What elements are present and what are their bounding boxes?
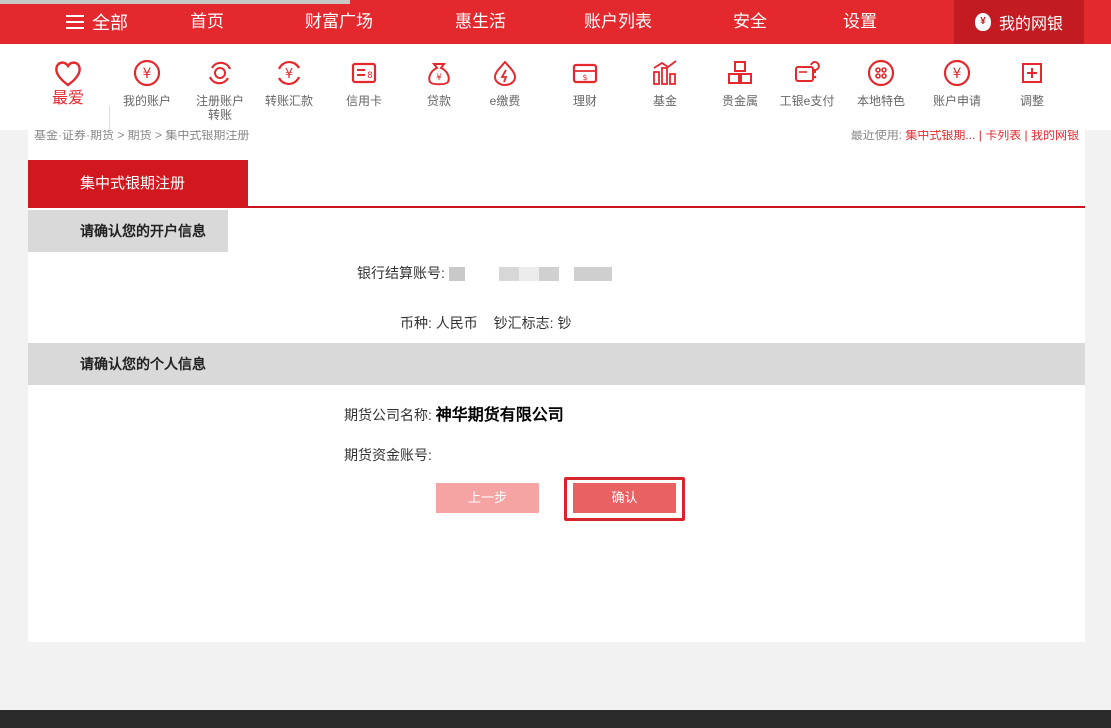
- shortcut-label: 贵金属: [721, 94, 758, 108]
- wallet-icon: $: [568, 56, 602, 90]
- shortcut-label: 账户申请: [932, 94, 981, 108]
- svg-text:¥: ¥: [953, 66, 962, 82]
- money-bag-icon: [974, 13, 991, 31]
- shortcut-e-payment[interactable]: e缴费: [470, 56, 540, 108]
- confirm-button[interactable]: 确认: [573, 483, 676, 513]
- shortcut-local-features[interactable]: 本地特色: [846, 56, 916, 108]
- shortcut-label: 我的账户: [122, 94, 171, 108]
- recent-used-label: 最近使用:: [850, 130, 903, 142]
- svg-text:8: 8: [367, 71, 373, 81]
- section-account-info: 请确认您的开户信息: [28, 210, 1085, 252]
- epay-icon: [790, 56, 824, 90]
- nav-home[interactable]: 首页: [190, 0, 224, 44]
- shortcut-loan[interactable]: ¥ 贷款: [404, 56, 474, 108]
- tab-bar: 集中式银期注册: [28, 160, 1085, 208]
- futures-company-label: 期货公司名称:: [344, 407, 432, 423]
- shortcut-credit-card[interactable]: 8 信用卡: [329, 56, 399, 108]
- heart-icon: [51, 56, 85, 90]
- nav-my-ebank-label: 我的网银: [998, 16, 1063, 33]
- svg-text:¥: ¥: [285, 67, 293, 82]
- tab-futures-registration[interactable]: 集中式银期注册: [28, 160, 248, 208]
- yen-circle-icon: ¥: [130, 56, 164, 90]
- section-mask: [228, 210, 1085, 252]
- hamburger-icon: [66, 15, 84, 29]
- shortcut-label: 基金: [652, 94, 677, 108]
- shortcut-icbc-epay[interactable]: 工银e支付: [772, 56, 842, 108]
- shortcut-label: 贷款: [426, 94, 451, 108]
- settlement-account-value-redacted: [448, 267, 627, 282]
- settlement-account-label: 银行结算账号:: [357, 265, 445, 281]
- shortcut-register-transfer[interactable]: 注册账户 转账: [185, 56, 255, 122]
- browser-strip: [0, 0, 350, 4]
- nav-all-menu[interactable]: 全部: [0, 0, 160, 44]
- shortcut-my-account[interactable]: ¥ 我的账户: [112, 56, 182, 108]
- shortcut-label: e缴费: [489, 94, 521, 108]
- shortcut-icon-bar: 最爱 ¥ 我的账户 注册账户 转账 ¥ 转账汇款 8 信用卡 ¥ 贷款 e缴费 …: [0, 44, 1111, 134]
- breadcrumb: 基金·证券·期货 > 期货 > 集中式银期注册 最近使用: 集中式银期... |…: [28, 130, 1085, 152]
- footer-bar: [0, 710, 1111, 728]
- main-panel: 集中式银期注册 请确认您的开户信息 银行结算账号: 币种: 人民币 钞汇标志: …: [28, 152, 1085, 642]
- nav-security[interactable]: 安全: [733, 0, 767, 44]
- svg-text:¥: ¥: [436, 73, 442, 83]
- yen-transfer-icon: ¥: [272, 56, 306, 90]
- local-icon: [864, 56, 898, 90]
- nav-my-ebank[interactable]: 我的网银: [954, 0, 1084, 44]
- breadcrumb-path[interactable]: 基金·证券·期货 > 期货 > 集中式银期注册: [34, 130, 249, 143]
- shortcut-label: 调整: [1019, 94, 1044, 108]
- credit-card-icon: 8: [347, 56, 381, 90]
- nav-life[interactable]: 惠生活: [455, 0, 506, 44]
- shortcut-fund[interactable]: 基金: [630, 56, 700, 108]
- futures-account-row: 期货资金账号:: [344, 445, 432, 465]
- money-bag-icon: ¥: [422, 56, 456, 90]
- nav-settings[interactable]: 设置: [843, 0, 877, 44]
- nav-account-list[interactable]: 账户列表: [584, 0, 652, 44]
- nav-wealth-plaza[interactable]: 财富广场: [305, 0, 373, 44]
- breadcrumb-mask: [298, 130, 838, 152]
- currency-row: 币种: 人民币 钞汇标志: 钞: [400, 313, 571, 333]
- futures-account-label: 期货资金账号:: [344, 447, 432, 463]
- section-title: 请确认您的开户信息: [80, 223, 206, 239]
- transfer-register-icon: [203, 56, 237, 90]
- futures-company-value: 神华期货有限公司: [435, 407, 564, 424]
- shortcut-label: 转账汇款: [264, 94, 313, 108]
- top-navigation: 全部 首页 财富广场 惠生活 账户列表 安全 设置 我的网银: [0, 0, 1111, 44]
- yen-apply-icon: ¥: [940, 56, 974, 90]
- recent-used-links[interactable]: 集中式银期... | 卡列表 | 我的网银: [905, 130, 1079, 142]
- section-title: 请确认您的个人信息: [80, 356, 206, 372]
- shortcut-label: 本地特色: [856, 94, 905, 108]
- currency-label: 币种:: [400, 315, 432, 331]
- recent-used: 最近使用: 集中式银期... | 卡列表 | 我的网银: [851, 130, 1079, 143]
- shortcut-label: 信用卡: [345, 94, 382, 108]
- futures-company-row: 期货公司名称: 神华期货有限公司: [344, 401, 564, 425]
- favorites-label: 最爱: [51, 90, 84, 107]
- shortcut-precious-metals[interactable]: 贵金属: [705, 56, 775, 108]
- settlement-account-row: 银行结算账号:: [357, 263, 627, 283]
- cash-flag-value: 钞: [557, 315, 572, 331]
- plus-square-icon: [1015, 56, 1049, 90]
- cash-flag-label: 钞汇标志:: [493, 315, 554, 331]
- shortcut-wealth-management[interactable]: $ 理财: [550, 56, 620, 108]
- shortcut-label: 理财: [572, 94, 597, 108]
- shortcut-label: 工银e支付: [779, 94, 835, 108]
- svg-text:¥: ¥: [143, 66, 152, 82]
- shortcut-favorites[interactable]: 最爱: [33, 56, 103, 107]
- previous-step-button[interactable]: 上一步: [436, 483, 539, 513]
- shortcut-adjust[interactable]: 调整: [997, 56, 1067, 108]
- shortcut-label: 注册账户 转账: [195, 94, 244, 122]
- chart-icon: [648, 56, 682, 90]
- section-personal-info: 请确认您的个人信息: [28, 343, 1085, 385]
- shortcut-transfer-remit[interactable]: ¥ 转账汇款: [254, 56, 324, 108]
- shortcut-account-application[interactable]: ¥ 账户申请: [922, 56, 992, 108]
- gold-bars-icon: [723, 56, 757, 90]
- svg-text:$: $: [582, 73, 587, 82]
- nav-all-label: 全部: [92, 13, 128, 33]
- currency-value: 人民币: [435, 315, 478, 331]
- flame-icon: [488, 56, 522, 90]
